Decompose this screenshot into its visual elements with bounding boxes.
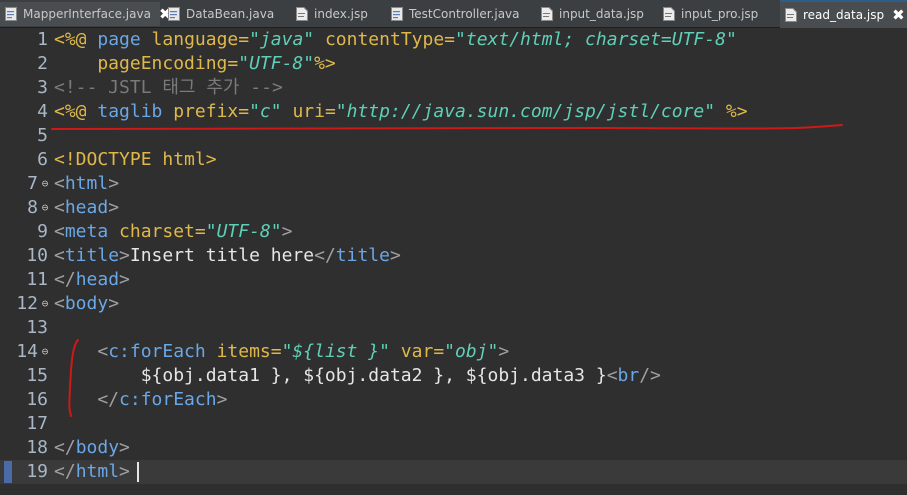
close-tab-icon[interactable]: ✖: [892, 6, 905, 24]
tab-label: index.jsp: [314, 7, 368, 21]
line-number: 18: [26, 437, 48, 458]
code-line-2: pageEncoding="UTF-8"%>: [54, 53, 336, 74]
line-number: 11: [26, 269, 48, 290]
java-file-icon: [391, 7, 403, 21]
line-number: 8: [27, 197, 38, 218]
fold-toggle-icon[interactable]: ⊖: [40, 340, 50, 364]
tab-label: DataBean.java: [186, 7, 275, 21]
line-number: 19: [26, 461, 48, 482]
tab-label: MapperInterface.java: [23, 7, 151, 21]
line-number: 17: [26, 413, 48, 434]
tab-mapperinterface-java[interactable]: MapperInterface.java ✖: [0, 2, 172, 26]
code-line-15: ${obj.data1 }, ${obj.data2 }, ${obj.data…: [54, 365, 661, 386]
code-line-1: <%@ page language="java" contentType="te…: [54, 29, 737, 50]
code-editor[interactable]: 1 2 3 4 5 6 7 8 9 10 11 12 13 14 15 16 1…: [0, 28, 907, 495]
tab-databean-java[interactable]: DataBean.java: [163, 2, 291, 26]
line-number: 1: [37, 29, 48, 50]
tab-input-data-jsp[interactable]: input_data.jsp: [536, 2, 651, 26]
code-line-9: <meta charset="UTF-8">: [54, 221, 293, 242]
line-number: 12: [16, 293, 38, 314]
line-number: 16: [26, 389, 48, 410]
fold-toggle-icon[interactable]: ⊖: [40, 172, 50, 196]
line-number: 5: [37, 125, 48, 146]
line-number: 14: [16, 341, 38, 362]
tab-read-data-jsp[interactable]: read_data.jsp ✖: [780, 0, 907, 28]
code-line-8: <head>: [54, 197, 120, 218]
tab-label: TestController.java: [409, 7, 520, 21]
line-number: 6: [37, 149, 48, 170]
code-line-6: <!DOCTYPE html>: [54, 149, 217, 170]
jsp-file-icon: [296, 7, 308, 21]
line-number: 4: [37, 101, 48, 122]
code-line-19: </html>: [54, 461, 130, 482]
java-file-icon: [5, 7, 17, 21]
tab-label: input_data.jsp: [559, 7, 644, 21]
eclipse-editor-window: MapperInterface.java ✖ DataBean.java ind…: [0, 0, 907, 495]
tab-label: input_pro.jsp: [681, 7, 759, 21]
line-number: 3: [37, 77, 48, 98]
code-line-7: <html>: [54, 173, 120, 194]
code-line-16: </c:forEach>: [54, 389, 228, 410]
red-underline-mark: [51, 124, 843, 130]
fold-toggle-icon[interactable]: ⊖: [40, 292, 50, 316]
tab-testcontroller-java[interactable]: TestController.java: [386, 2, 526, 26]
jsp-file-icon: [541, 7, 553, 21]
editor-tab-bar: MapperInterface.java ✖ DataBean.java ind…: [0, 0, 907, 28]
text-caret: [137, 462, 139, 482]
code-line-12: <body>: [54, 293, 120, 314]
line-number: 7: [27, 173, 38, 194]
code-line-11: </head>: [54, 269, 130, 290]
tab-label: read_data.jsp: [803, 8, 885, 22]
tab-input-pro-jsp[interactable]: input_pro.jsp: [658, 2, 773, 26]
line-number: 2: [37, 53, 48, 74]
line-number: 9: [37, 221, 48, 242]
java-file-icon: [168, 7, 180, 21]
line-number: 13: [26, 317, 48, 338]
code-line-18: </body>: [54, 437, 130, 458]
jsp-file-icon: [663, 7, 675, 21]
line-number: 15: [26, 365, 48, 386]
fold-toggle-icon[interactable]: ⊖: [40, 196, 50, 220]
code-line-3: <!-- JSTL 태그 추가 -->: [54, 77, 283, 98]
line-number: 10: [26, 245, 48, 266]
code-line-4: <%@ taglib prefix="c" uri="http://java.s…: [54, 101, 748, 122]
tab-index-jsp[interactable]: index.jsp: [291, 2, 386, 26]
code-line-14: <c:forEach items="${list }" var="obj">: [54, 341, 510, 362]
jsp-file-icon: [785, 8, 797, 22]
code-line-10: <title>Insert title here</title>: [54, 245, 401, 266]
